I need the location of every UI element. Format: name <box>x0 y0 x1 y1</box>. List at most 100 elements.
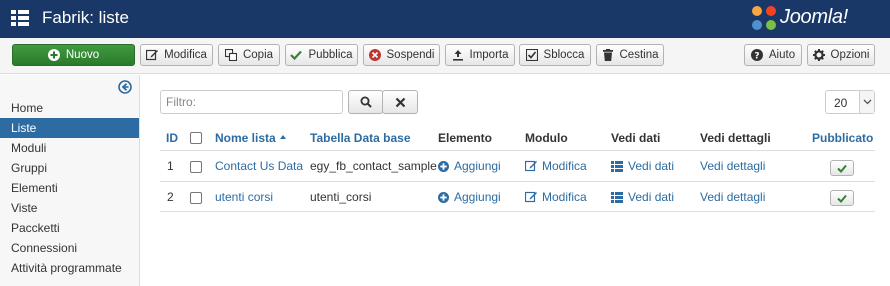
cancel-circle-icon <box>368 49 381 61</box>
column-header-name-label: Nome lista <box>215 131 276 145</box>
table-divider <box>160 181 875 182</box>
svg-text:?: ? <box>754 52 759 62</box>
sidebar: Home Liste Moduli Gruppi Elementi Viste … <box>0 75 140 286</box>
sort-ascending-icon <box>280 135 287 139</box>
plus-circle-icon <box>438 160 449 172</box>
plus-circle-icon <box>47 49 60 61</box>
edit-icon <box>525 160 537 172</box>
import-button-label: Importa <box>469 49 509 61</box>
edit-icon <box>146 49 159 61</box>
row-1-id: 1 <box>167 159 174 173</box>
row-1-checkbox[interactable] <box>190 161 202 173</box>
row-2-db-table: utenti_corsi <box>310 190 372 204</box>
trash-button[interactable]: Cestina <box>596 44 664 66</box>
gear-icon <box>812 49 825 61</box>
row-1-view-data-link[interactable]: Vedi dati <box>611 158 674 174</box>
help-button[interactable]: ? Aiuto <box>744 44 802 66</box>
list-icon <box>611 191 623 203</box>
checkin-button-label: Sblocca <box>543 49 585 61</box>
sidebar-item-gruppi[interactable]: Gruppi <box>0 158 139 178</box>
list-icon <box>611 160 623 172</box>
menu-grid-icon[interactable] <box>11 10 29 26</box>
search-button[interactable] <box>348 90 383 114</box>
check-icon <box>837 194 847 203</box>
check-icon <box>837 164 847 173</box>
row-1-edit-form-link[interactable]: Modifica <box>525 158 587 174</box>
close-icon <box>395 97 405 107</box>
trash-icon <box>602 49 613 61</box>
column-header-name[interactable]: Nome lista <box>215 130 287 146</box>
column-header-view-data: Vedi dati <box>611 131 661 145</box>
new-button-label: Nuovo <box>65 49 100 61</box>
sidebar-item-home[interactable]: Home <box>0 98 139 118</box>
row-2-view-data-link[interactable]: Vedi dati <box>611 189 674 205</box>
checkin-button[interactable]: Sblocca <box>519 44 591 66</box>
unpublish-button[interactable]: Sospendi <box>363 44 440 66</box>
row-1-name-link[interactable]: Contact Us Data <box>215 158 303 174</box>
copy-button[interactable]: Copia <box>218 44 280 66</box>
row-2-add-element-link[interactable]: Aggiungi <box>438 189 501 205</box>
publish-button-label: Pubblica <box>308 49 353 61</box>
copy-icon <box>224 49 237 61</box>
import-button[interactable]: Importa <box>445 44 515 66</box>
trash-button-label: Cestina <box>619 49 659 61</box>
row-1-published-toggle[interactable] <box>830 160 854 176</box>
row-2-add-element-label: Aggiungi <box>454 190 501 204</box>
table-divider <box>160 150 875 151</box>
edit-icon <box>525 191 537 203</box>
column-header-published[interactable]: Pubblicato <box>812 130 873 146</box>
joomla-logo-text: Joomla! <box>780 6 848 28</box>
row-1-edit-form-label: Modifica <box>542 159 587 173</box>
edit-button-label: Modifica <box>164 49 207 61</box>
check-icon <box>290 50 303 61</box>
question-icon: ? <box>750 49 763 62</box>
copy-button-label: Copia <box>242 49 274 61</box>
sidebar-item-elementi[interactable]: Elementi <box>0 178 139 198</box>
unpublish-button-label: Sospendi <box>386 49 435 61</box>
row-1-add-element-link[interactable]: Aggiungi <box>438 158 501 174</box>
sidebar-item-viste[interactable]: Viste <box>0 198 139 218</box>
row-2-id: 2 <box>167 190 174 204</box>
row-2-published-toggle[interactable] <box>830 190 854 206</box>
options-button[interactable]: Opzioni <box>807 44 875 66</box>
sidebar-item-attivita-programmate[interactable]: Attività programmate <box>0 258 139 278</box>
search-icon <box>360 96 372 108</box>
column-header-id[interactable]: ID <box>166 130 178 146</box>
new-button[interactable]: Nuovo <box>12 44 135 66</box>
sidebar-item-moduli[interactable]: Moduli <box>0 138 139 158</box>
publish-button[interactable]: Pubblica <box>285 44 358 66</box>
row-2-edit-form-link[interactable]: Modifica <box>525 189 587 205</box>
row-1-db-table: egy_fb_contact_sample <box>310 159 437 173</box>
table-divider <box>160 211 875 212</box>
column-header-view-details: Vedi dettagli <box>700 131 771 145</box>
help-button-label: Aiuto <box>768 49 796 61</box>
clear-filter-button[interactable] <box>382 90 418 114</box>
filter-input[interactable] <box>160 90 343 114</box>
row-1-add-element-label: Aggiungi <box>454 159 501 173</box>
sidebar-item-paccketti[interactable]: Paccketti <box>0 218 139 238</box>
joomla-logo-icon <box>752 6 776 30</box>
sidebar-item-connessioni[interactable]: Connessioni <box>0 238 139 258</box>
row-2-view-details-link[interactable]: Vedi dettagli <box>700 189 765 205</box>
column-header-db-table[interactable]: Tabella Data base <box>310 130 411 146</box>
column-header-element: Elemento <box>438 131 493 145</box>
upload-icon <box>452 50 463 61</box>
row-2-edit-form-label: Modifica <box>542 190 587 204</box>
sidebar-item-liste[interactable]: Liste <box>0 118 139 138</box>
row-1-view-details-link[interactable]: Vedi dettagli <box>700 158 765 174</box>
chevron-down-icon <box>859 91 874 113</box>
row-2-checkbox[interactable] <box>190 192 202 204</box>
list-limit-select[interactable]: 20 <box>825 90 875 114</box>
select-all-checkbox[interactable] <box>190 132 202 144</box>
header-bar: Fabrik: liste Joomla! <box>0 0 890 38</box>
column-header-form: Modulo <box>525 131 568 145</box>
list-limit-value: 20 <box>834 96 848 110</box>
options-button-label: Opzioni <box>830 49 870 61</box>
row-1-view-data-label: Vedi dati <box>628 159 675 173</box>
arrow-left-circle-icon[interactable] <box>118 80 132 94</box>
row-2-name-link[interactable]: utenti corsi <box>215 189 273 205</box>
edit-button[interactable]: Modifica <box>140 44 213 66</box>
plus-circle-icon <box>438 191 449 203</box>
page-title: Fabrik: liste <box>42 8 129 27</box>
checkbox-icon <box>525 49 538 61</box>
